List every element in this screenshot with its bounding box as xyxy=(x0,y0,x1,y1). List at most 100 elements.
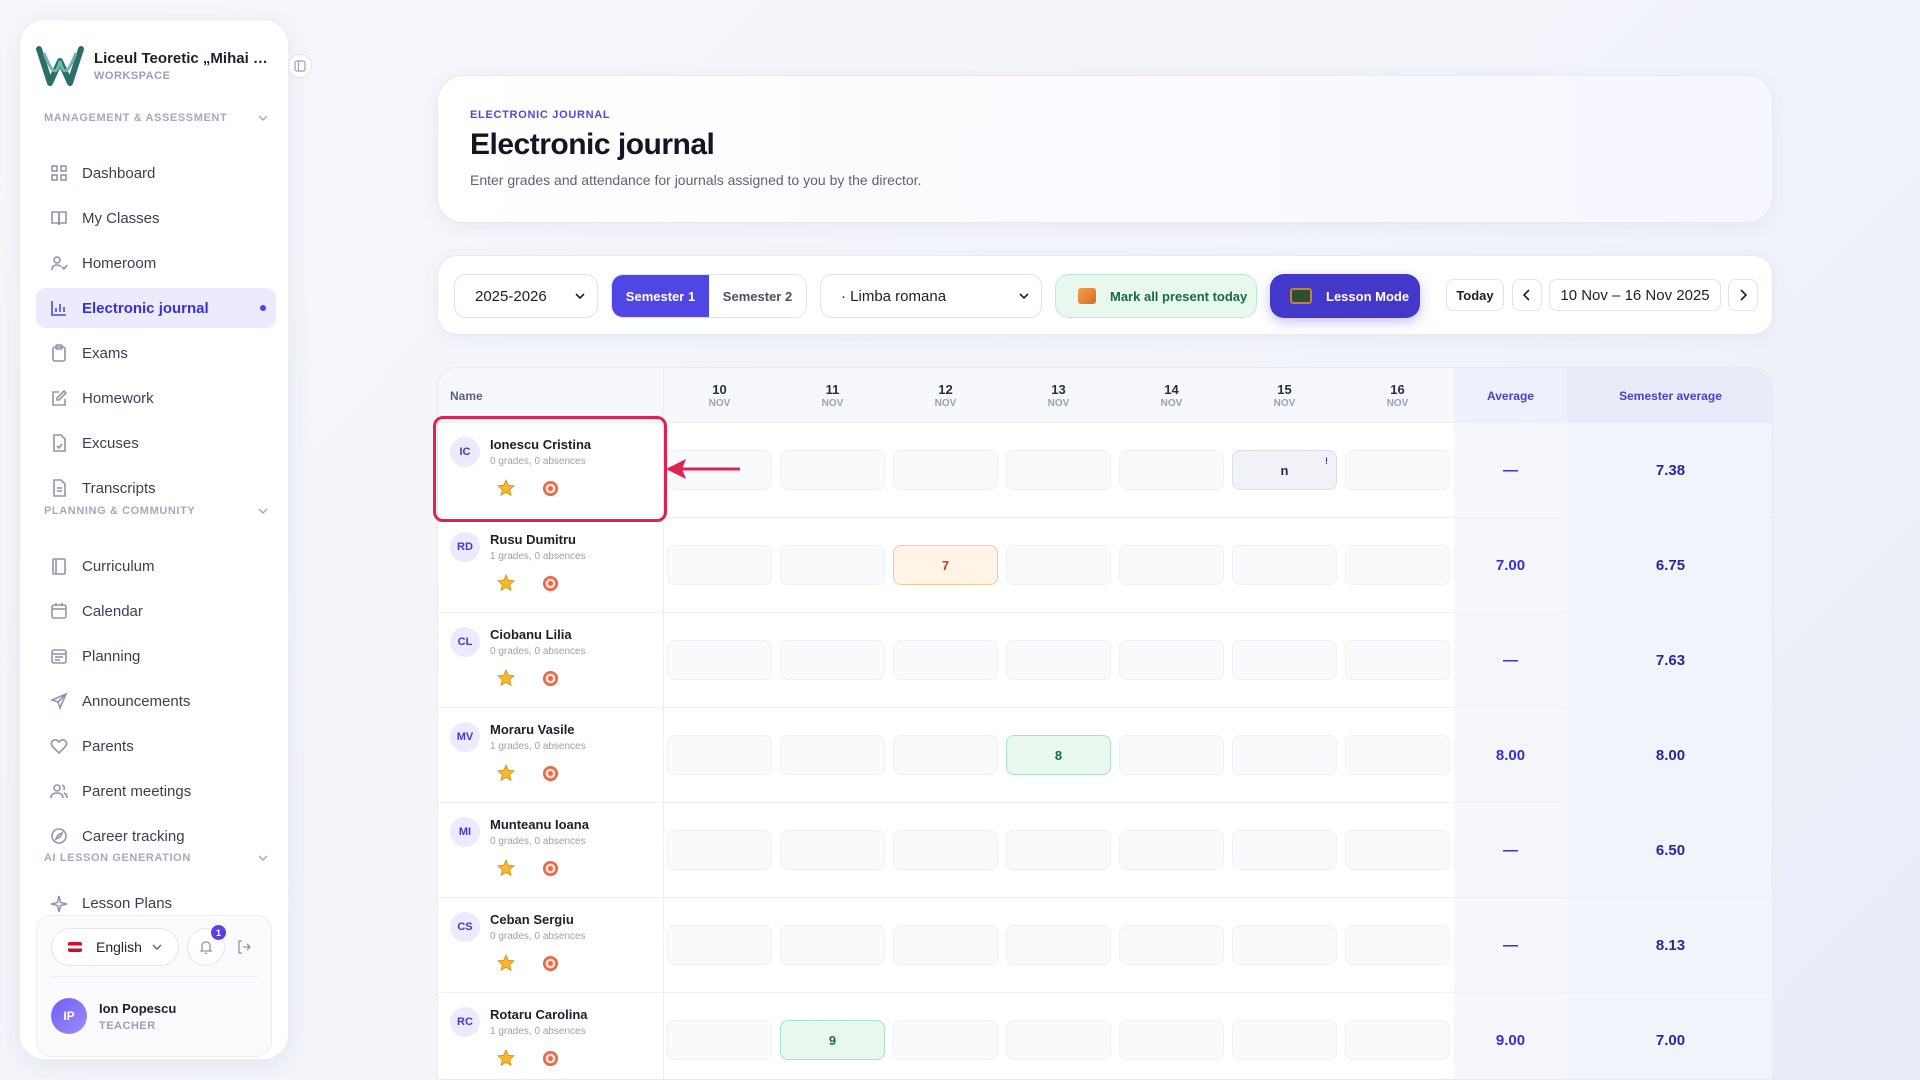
target-icon[interactable] xyxy=(542,765,559,782)
grade-cell[interactable] xyxy=(1119,640,1224,680)
grade-cell[interactable]: 7 xyxy=(893,545,998,585)
grade-cell[interactable] xyxy=(667,640,772,680)
grade-cell[interactable] xyxy=(1006,545,1111,585)
grade-cell[interactable] xyxy=(1006,925,1111,965)
sidebar-item-calendar[interactable]: Calendar xyxy=(36,591,276,631)
semester-2-button[interactable]: Semester 2 xyxy=(709,275,806,317)
mark-all-present-button[interactable]: Mark all present today xyxy=(1055,274,1257,318)
grade-cell[interactable] xyxy=(1345,450,1450,490)
grade-cell[interactable] xyxy=(1232,1020,1337,1060)
grade-cell[interactable] xyxy=(667,830,772,870)
star-icon[interactable] xyxy=(497,1049,515,1067)
sidebar-item-curriculum[interactable]: Curriculum xyxy=(36,546,276,586)
sidebar-item-homework[interactable]: Homework xyxy=(36,378,276,418)
sidebar-item-excuses[interactable]: Excuses xyxy=(36,423,276,463)
grade-cell[interactable]: 8 xyxy=(1006,735,1111,775)
grade-cell[interactable] xyxy=(1119,1020,1224,1060)
grade-cell[interactable] xyxy=(1345,1020,1450,1060)
target-icon[interactable] xyxy=(542,575,559,592)
grade-cell[interactable] xyxy=(1006,1020,1111,1060)
sidebar-item-exams[interactable]: Exams xyxy=(36,333,276,373)
sidebar-item-dashboard[interactable]: Dashboard xyxy=(36,153,276,193)
student-name[interactable]: Rusu Dumitru xyxy=(490,532,576,547)
lesson-mode-button[interactable]: Lesson Mode xyxy=(1270,274,1420,318)
next-week-button[interactable] xyxy=(1728,279,1758,311)
sidebar-item-transcripts[interactable]: Transcripts xyxy=(36,468,276,508)
grade-cell[interactable] xyxy=(667,545,772,585)
subject-select[interactable]: · Limba romana xyxy=(820,274,1042,318)
grade-cell[interactable] xyxy=(1119,830,1224,870)
grade-cell[interactable] xyxy=(1119,450,1224,490)
day-header[interactable]: 12 NOV xyxy=(889,382,1002,409)
grade-cell[interactable] xyxy=(1006,640,1111,680)
grade-cell[interactable] xyxy=(1232,545,1337,585)
star-icon[interactable] xyxy=(497,954,515,972)
sidebar-item-electronic-journal[interactable]: Electronic journal xyxy=(36,288,276,328)
grade-cell[interactable] xyxy=(1232,830,1337,870)
grade-cell[interactable] xyxy=(780,925,885,965)
grade-cell[interactable] xyxy=(1232,640,1337,680)
logout-button[interactable] xyxy=(233,936,255,958)
grade-cell[interactable] xyxy=(1345,830,1450,870)
day-header[interactable]: 14 NOV xyxy=(1115,382,1228,409)
day-header[interactable]: 10 NOV xyxy=(663,382,776,409)
sidebar-item-my-classes[interactable]: My Classes xyxy=(36,198,276,238)
grade-cell[interactable] xyxy=(1119,925,1224,965)
target-icon[interactable] xyxy=(542,955,559,972)
day-header[interactable]: 11 NOV xyxy=(776,382,889,409)
language-select[interactable]: English xyxy=(51,928,179,966)
grade-cell[interactable] xyxy=(667,735,772,775)
workspace-header[interactable]: Liceul Teoretic „Mihai Emi... WORKSPACE xyxy=(36,38,274,94)
grade-cell[interactable] xyxy=(780,830,885,870)
semester-1-button[interactable]: Semester 1 xyxy=(612,275,709,317)
today-button[interactable]: Today xyxy=(1446,279,1504,311)
grade-cell[interactable] xyxy=(1006,830,1111,870)
student-name[interactable]: Rotaru Carolina xyxy=(490,1007,588,1022)
grade-cell[interactable] xyxy=(1345,640,1450,680)
collapse-sidebar-button[interactable] xyxy=(288,54,312,78)
grade-cell[interactable] xyxy=(1345,925,1450,965)
grade-cell[interactable]: n! xyxy=(1232,450,1337,490)
grade-cell[interactable] xyxy=(893,925,998,965)
section-management[interactable]: MANAGEMENT & ASSESSMENT xyxy=(44,110,268,126)
star-icon[interactable] xyxy=(497,669,515,687)
sidebar-item-parent-meetings[interactable]: Parent meetings xyxy=(36,771,276,811)
previous-week-button[interactable] xyxy=(1512,279,1542,311)
grade-cell[interactable] xyxy=(780,450,885,490)
student-name[interactable]: Munteanu Ioana xyxy=(490,817,589,832)
section-planning[interactable]: PLANNING & COMMUNITY xyxy=(44,503,268,519)
grade-cell[interactable] xyxy=(1119,735,1224,775)
student-name[interactable]: Ciobanu Lilia xyxy=(490,627,572,642)
grade-cell[interactable]: 9 xyxy=(780,1020,885,1060)
grade-cell[interactable] xyxy=(1232,925,1337,965)
student-name[interactable]: Ceban Sergiu xyxy=(490,912,574,927)
grade-cell[interactable] xyxy=(780,545,885,585)
grade-cell[interactable] xyxy=(893,830,998,870)
grade-cell[interactable] xyxy=(893,1020,998,1060)
grade-cell[interactable] xyxy=(893,450,998,490)
grade-cell[interactable] xyxy=(780,640,885,680)
grade-cell[interactable] xyxy=(780,735,885,775)
sidebar-item-homeroom[interactable]: Homeroom xyxy=(36,243,276,283)
grade-cell[interactable] xyxy=(893,640,998,680)
sidebar-item-planning[interactable]: Planning xyxy=(36,636,276,676)
student-name[interactable]: Moraru Vasile xyxy=(490,722,575,737)
star-icon[interactable] xyxy=(497,764,515,782)
sidebar-item-announcements[interactable]: Announcements xyxy=(36,681,276,721)
target-icon[interactable] xyxy=(542,860,559,877)
grade-cell[interactable] xyxy=(1345,545,1450,585)
section-ai-lesson[interactable]: AI LESSON GENERATION xyxy=(44,850,268,866)
grade-cell[interactable] xyxy=(667,1020,772,1060)
grade-cell[interactable] xyxy=(893,735,998,775)
sidebar-item-lesson-plans[interactable]: Lesson Plans xyxy=(36,893,276,913)
grade-cell[interactable] xyxy=(1232,735,1337,775)
sidebar-item-parents[interactable]: Parents xyxy=(36,726,276,766)
user-avatar[interactable]: IP xyxy=(51,998,87,1034)
day-header[interactable]: 13 NOV xyxy=(1002,382,1115,409)
star-icon[interactable] xyxy=(497,859,515,877)
school-year-select[interactable]: 2025-2026 xyxy=(454,274,598,318)
target-icon[interactable] xyxy=(542,1050,559,1067)
notifications-button[interactable]: 1 xyxy=(187,925,226,966)
target-icon[interactable] xyxy=(542,670,559,687)
grade-cell[interactable] xyxy=(1006,450,1111,490)
